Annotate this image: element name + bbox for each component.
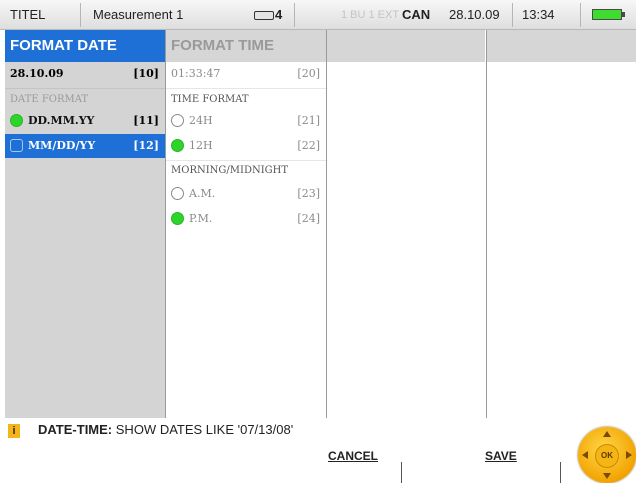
option-label: 12H — [189, 139, 213, 152]
can-bus-label: CAN — [402, 7, 431, 22]
option-dd-mm-yy[interactable]: DD.MM.YY [11] — [5, 109, 165, 133]
option-index: [22] — [297, 139, 320, 152]
help-key: DATE-TIME: — [38, 422, 113, 437]
info-icon: i — [8, 424, 20, 438]
option-index: [21] — [297, 114, 320, 127]
current-time-row[interactable]: 01:33:47 [20] — [166, 62, 326, 86]
radio-unselected-icon — [171, 187, 184, 200]
status-date: 28.10.09 — [449, 7, 500, 22]
date-format-caption: DATE FORMAT — [10, 94, 89, 105]
divider — [166, 88, 326, 89]
empty-column-header — [487, 30, 636, 62]
help-description: SHOW DATES LIKE '07/13/08' — [115, 422, 294, 437]
option-index: [12] — [133, 139, 159, 152]
current-date-row[interactable]: 28.10.09 [10] — [5, 62, 165, 86]
status-separator — [580, 3, 581, 27]
status-separator — [80, 3, 81, 27]
radio-selected-icon — [171, 139, 184, 152]
midnight-caption: MORNING/MIDNIGHT — [171, 165, 289, 176]
radio-selected-icon — [10, 114, 23, 127]
column-header-format-date[interactable]: FORMAT DATE — [5, 30, 165, 62]
softkey-separator — [560, 462, 561, 483]
option-am[interactable]: A.M. [23] — [166, 182, 326, 206]
option-12h[interactable]: 12H [22] — [166, 134, 326, 158]
current-time-index: [20] — [297, 67, 320, 80]
radio-focus-icon — [10, 139, 23, 152]
column-header-format-time[interactable]: FORMAT TIME — [166, 30, 326, 62]
radio-unselected-icon — [171, 114, 184, 127]
app-title: TITEL — [10, 7, 46, 22]
save-button[interactable]: SAVE — [485, 449, 517, 463]
format-date-column: FORMAT DATE 28.10.09 [10] DATE FORMAT DD… — [5, 30, 165, 418]
option-24h[interactable]: 24H [21] — [166, 109, 326, 133]
option-pm[interactable]: P.M. [24] — [166, 207, 326, 231]
inactive-bus-label: 1 BU 1 EXT — [341, 9, 400, 21]
format-time-column: FORMAT TIME 01:33:47 [20] TIME FORMAT 24… — [166, 30, 326, 418]
measurement-name[interactable]: Measurement 1 — [93, 0, 183, 30]
option-label: MM/DD/YY — [28, 139, 96, 152]
option-index: [24] — [297, 212, 320, 225]
option-label: A.M. — [189, 187, 216, 200]
option-label: P.M. — [189, 212, 213, 225]
ok-navigation-button[interactable]: OK — [578, 427, 636, 483]
option-index: [11] — [133, 114, 159, 127]
cancel-button[interactable]: CANCEL — [328, 449, 378, 463]
help-text: DATE-TIME: SHOW DATES LIKE '07/13/08' — [38, 422, 293, 437]
status-time: 13:34 — [522, 7, 555, 22]
radio-selected-icon — [171, 212, 184, 225]
module-count: 4 — [275, 7, 283, 22]
current-date-value: 28.10.09 — [10, 67, 64, 80]
battery-full-icon — [592, 9, 622, 20]
current-time-value: 01:33:47 — [171, 67, 221, 80]
status-separator — [512, 3, 513, 27]
softkey-separator — [401, 462, 402, 483]
option-mm-dd-yy[interactable]: MM/DD/YY [12] — [5, 134, 165, 158]
ok-label[interactable]: OK — [595, 444, 619, 468]
battery-tip — [622, 12, 625, 17]
option-label: 24H — [189, 114, 213, 127]
divider — [5, 88, 165, 89]
current-date-index: [10] — [133, 67, 159, 80]
empty-column — [327, 30, 485, 418]
option-index: [23] — [297, 187, 320, 200]
time-format-caption: TIME FORMAT — [171, 94, 249, 105]
module-icon — [254, 11, 274, 20]
status-bar: TITEL Measurement 1 4 1 BU 1 EXT CAN 28.… — [0, 0, 636, 30]
empty-column-header — [327, 30, 485, 62]
option-label: DD.MM.YY — [28, 114, 95, 127]
status-separator — [294, 3, 295, 27]
divider — [166, 160, 326, 161]
empty-column — [487, 30, 636, 418]
